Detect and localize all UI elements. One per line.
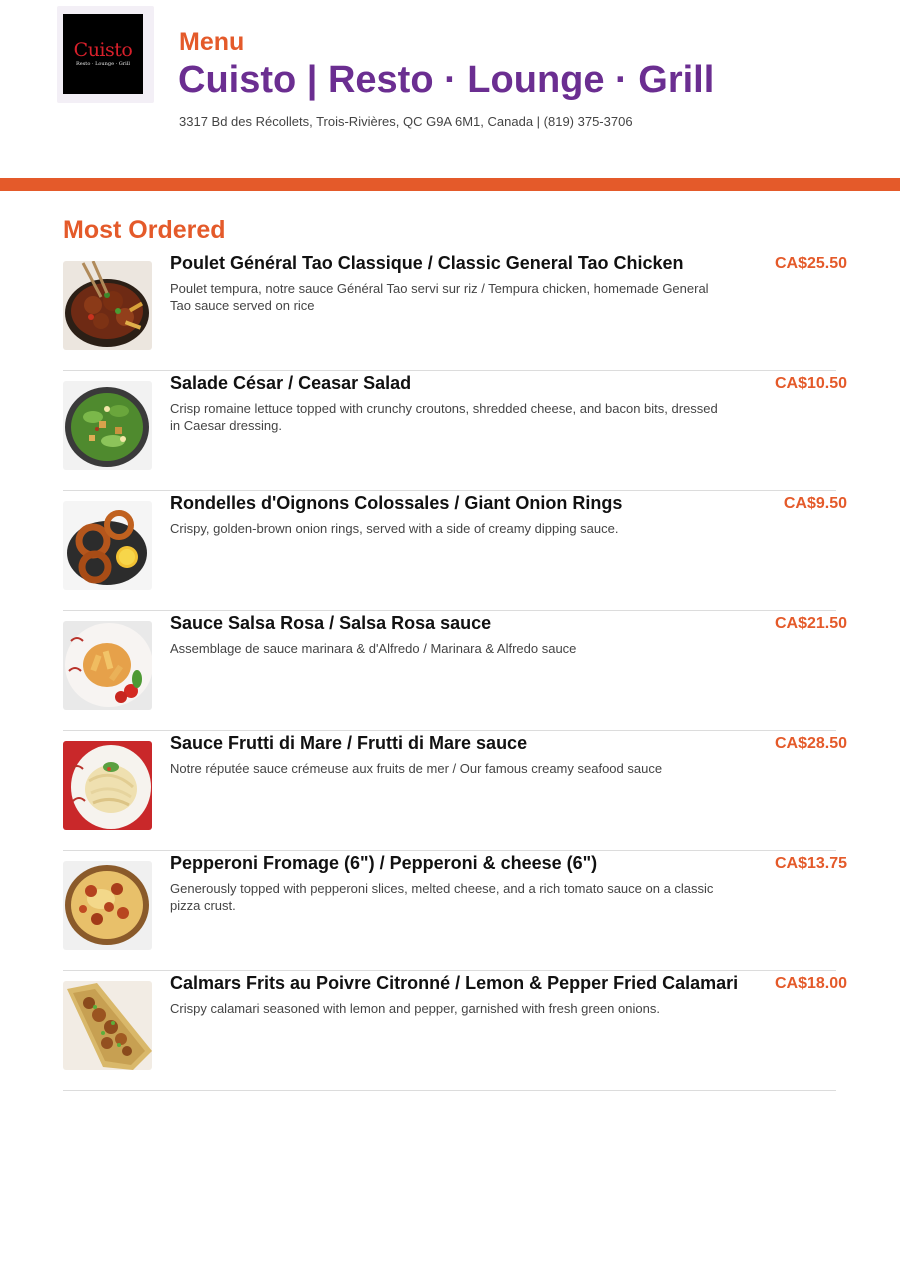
fried-calamari-photo bbox=[63, 981, 152, 1070]
onion-rings-photo bbox=[63, 501, 152, 590]
menu-item[interactable]: Rondelles d'Oignons Colossales / Giant O… bbox=[63, 491, 847, 611]
item-price: CA$28.50 bbox=[774, 735, 847, 752]
menu-item[interactable]: Sauce Salsa Rosa / Salsa Rosa sauce Asse… bbox=[63, 611, 847, 731]
caesar-salad-photo bbox=[63, 381, 152, 470]
item-price: CA$21.50 bbox=[774, 615, 847, 632]
item-price: CA$9.50 bbox=[783, 495, 847, 512]
menu-label: Menu bbox=[179, 28, 245, 56]
logo-frame: Cuisto Resto · Lounge · Grill bbox=[57, 6, 154, 103]
menu-item-list: Poulet Général Tao Classique / Classic G… bbox=[63, 251, 847, 1091]
item-name: Pepperoni Fromage (6") / Pepperoni & che… bbox=[170, 853, 598, 873]
item-name: Sauce Frutti di Mare / Frutti di Mare sa… bbox=[170, 733, 528, 753]
item-description: Crisp romaine lettuce topped with crunch… bbox=[170, 401, 718, 433]
item-description: Crispy, golden-brown onion rings, served… bbox=[170, 521, 619, 536]
restaurant-logo: Cuisto Resto · Lounge · Grill bbox=[63, 14, 143, 94]
item-description: Assemblage de sauce marinara & d'Alfredo… bbox=[170, 641, 577, 656]
section-title: Most Ordered bbox=[63, 216, 226, 244]
item-price: CA$13.75 bbox=[774, 855, 847, 872]
frutti-di-mare-pasta-photo bbox=[63, 741, 152, 830]
menu-item[interactable]: Salade César / Ceasar Salad Crisp romain… bbox=[63, 371, 847, 491]
pepperoni-pizza-photo bbox=[63, 861, 152, 950]
menu-item[interactable]: Sauce Frutti di Mare / Frutti di Mare sa… bbox=[63, 731, 847, 851]
item-price: CA$25.50 bbox=[774, 255, 847, 272]
item-description: Notre réputée sauce crémeuse aux fruits … bbox=[170, 761, 663, 776]
item-description: Poulet tempura, notre sauce Général Tao … bbox=[170, 281, 709, 313]
item-price: CA$18.00 bbox=[774, 975, 847, 992]
item-description: Crispy calamari seasoned with lemon and … bbox=[170, 1001, 660, 1016]
item-description: Generously topped with pepperoni slices,… bbox=[170, 881, 714, 913]
logo-tagline: Resto · Lounge · Grill bbox=[76, 61, 130, 67]
salsa-rosa-pasta-photo bbox=[63, 621, 152, 710]
item-name: Sauce Salsa Rosa / Salsa Rosa sauce bbox=[170, 613, 492, 633]
menu-item[interactable]: Poulet Général Tao Classique / Classic G… bbox=[63, 251, 847, 371]
item-price: CA$10.50 bbox=[774, 375, 847, 392]
restaurant-address: 3317 Bd des Récollets, Trois-Rivières, Q… bbox=[179, 114, 633, 129]
header-divider-band bbox=[0, 178, 900, 191]
logo-name: Cuisto bbox=[73, 39, 133, 61]
item-name: Calmars Frits au Poivre Citronné / Lemon… bbox=[170, 973, 739, 993]
menu-item[interactable]: Pepperoni Fromage (6") / Pepperoni & che… bbox=[63, 851, 847, 971]
menu-item[interactable]: Calmars Frits au Poivre Citronné / Lemon… bbox=[63, 971, 847, 1091]
general-tao-chicken-photo bbox=[63, 261, 152, 350]
restaurant-name: Cuisto | Resto · Lounge · Grill bbox=[178, 59, 715, 101]
menu-header: Cuisto Resto · Lounge · Grill Menu Cuist… bbox=[0, 0, 900, 178]
item-name: Poulet Général Tao Classique / Classic G… bbox=[170, 253, 684, 273]
item-name: Rondelles d'Oignons Colossales / Giant O… bbox=[170, 493, 623, 513]
item-name: Salade César / Ceasar Salad bbox=[170, 373, 412, 393]
